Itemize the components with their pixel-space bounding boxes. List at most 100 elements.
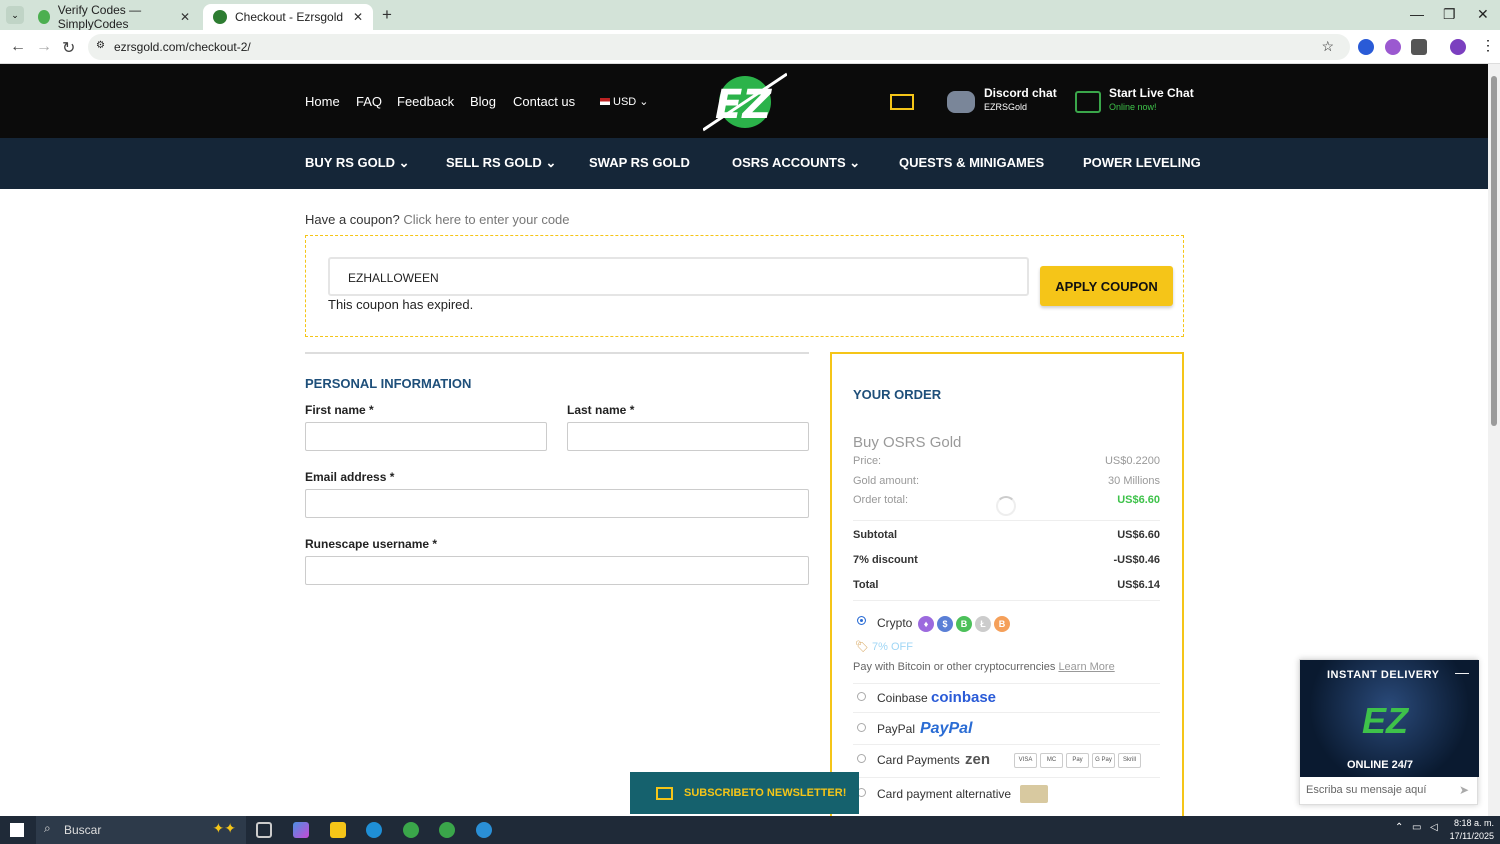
menu-buy-rs-gold[interactable]: BUY RS GOLD ⌄ [305, 155, 410, 171]
coinbase-radio[interactable] [857, 692, 866, 701]
divider [853, 744, 1160, 745]
email-field[interactable] [305, 489, 809, 518]
total-row: Total US$6.14 [853, 579, 1160, 591]
mail-icon[interactable] [890, 94, 914, 110]
taskbar-search[interactable]: ⌕ Buscar ✦✦ [36, 816, 246, 844]
task-view-icon[interactable] [256, 822, 272, 838]
price-row: Price: US$0.2200 [853, 455, 1160, 467]
divider [853, 600, 1160, 601]
first-name-field[interactable] [305, 422, 547, 451]
tab-checkout[interactable]: Checkout - Ezrsgold ✕ [203, 4, 373, 30]
discord-chat-link[interactable]: Discord chat [984, 86, 1057, 100]
live-chat-link[interactable]: Start Live Chat [1109, 86, 1194, 100]
enter-coupon-link[interactable]: Click here to enter your code [403, 212, 569, 227]
system-clock[interactable]: 8:18 a. m. 17/11/2025 [1450, 817, 1494, 843]
divider [305, 352, 809, 354]
search-icon: ⌕ [44, 821, 51, 835]
coupon-code-input[interactable]: EZHALLOWEEN [328, 257, 1029, 296]
new-tab-button[interactable]: + [382, 5, 392, 25]
discord-icon[interactable] [947, 91, 975, 113]
last-name-field[interactable] [567, 422, 809, 451]
chrome-icon[interactable] [476, 822, 492, 838]
chat-widget: INSTANT DELIVERY — EZ ONLINE 24/7 Escrib… [1299, 659, 1479, 805]
tray-chevron-icon[interactable]: ⌃ [1395, 822, 1403, 833]
reload-icon[interactable]: ↻ [62, 38, 75, 58]
ezrsgold-favicon-icon [213, 10, 227, 24]
chrome-icon[interactable] [439, 822, 455, 838]
close-tab-icon[interactable]: ✕ [353, 10, 363, 24]
google-pay-icon: G Pay [1092, 753, 1115, 768]
menu-power-leveling[interactable]: POWER LEVELING [1083, 155, 1201, 170]
copilot-icon[interactable] [293, 822, 309, 838]
subtotal-row: Subtotal US$6.60 [853, 529, 1160, 541]
minimize-icon[interactable]: — [1410, 6, 1424, 22]
nav-feedback[interactable]: Feedback [397, 94, 454, 109]
maximize-icon[interactable]: ❐ [1443, 6, 1456, 23]
nav-home[interactable]: Home [305, 94, 340, 109]
nav-blog[interactable]: Blog [470, 94, 496, 109]
litecoin-icon: Ł [975, 616, 991, 632]
learn-more-link[interactable]: Learn More [1058, 661, 1114, 673]
card-payments-radio[interactable] [857, 754, 866, 763]
file-explorer-icon[interactable] [330, 822, 346, 838]
nav-faq[interactable]: FAQ [356, 94, 382, 109]
card-payments-label: Card Payments [877, 753, 960, 767]
newsletter-button[interactable]: SUBSCRIBETO NEWSLETTER! [630, 772, 859, 814]
windows-start-icon[interactable] [10, 823, 24, 837]
skrill-icon: Skrill [1118, 753, 1141, 768]
crypto-label: Crypto [877, 616, 913, 630]
sparkle-icon: ✦✦ [212, 820, 236, 836]
divider [853, 520, 1160, 521]
network-icon[interactable]: ▭ [1412, 822, 1421, 833]
close-tab-icon[interactable]: ✕ [180, 10, 190, 24]
extension-icon[interactable] [1385, 39, 1401, 55]
apple-pay-icon: Pay [1066, 753, 1089, 768]
menu-sell-rs-gold[interactable]: SELL RS GOLD ⌄ [446, 155, 556, 171]
chat-message-input[interactable]: Escriba su mensaje aquí [1306, 784, 1426, 796]
extensions-puzzle-icon[interactable] [1411, 39, 1427, 55]
edge-icon[interactable] [366, 822, 382, 838]
live-chat-icon[interactable] [1075, 91, 1101, 113]
tab-list-dropdown-icon[interactable]: ⌄ [6, 6, 24, 24]
address-bar-area: ← → ↻ ⚙ ezrsgold.com/checkout-2/ ☆ ⋮ [0, 30, 1500, 64]
scrollbar-thumb[interactable] [1491, 76, 1497, 426]
runescape-username-field[interactable] [305, 556, 809, 585]
coinbase-label: Coinbase [877, 691, 928, 705]
menu-swap-rs-gold[interactable]: SWAP RS GOLD [589, 155, 690, 170]
us-flag-icon [600, 98, 610, 105]
windows-taskbar: ⌕ Buscar ✦✦ ⌃ ▭ ◁ 8:18 a. m. 17/11/2025 [0, 816, 1500, 844]
paypal-logo: PayPal [920, 720, 973, 737]
usdc-icon: $ [937, 616, 953, 632]
forward-icon[interactable]: → [36, 38, 52, 56]
url-field[interactable]: ⚙ ezrsgold.com/checkout-2/ ☆ [88, 34, 1350, 60]
back-icon[interactable]: ← [10, 38, 26, 56]
first-name-label: First name * [305, 403, 374, 417]
bookmark-star-icon[interactable]: ☆ [1321, 38, 1334, 55]
apply-coupon-button[interactable]: APPLY COUPON [1040, 266, 1173, 306]
menu-osrs-accounts[interactable]: OSRS ACCOUNTS ⌄ [732, 155, 860, 171]
ez-logo[interactable]: EZ [703, 72, 787, 132]
mastercard-icon: MC [1040, 753, 1063, 768]
volume-icon[interactable]: ◁ [1430, 822, 1438, 833]
extension-icon[interactable] [1358, 39, 1374, 55]
currency-selector[interactable]: USD ⌄ [600, 95, 649, 108]
bitcoin-icon: B [994, 616, 1010, 632]
tab-simplycodes[interactable]: Verify Codes — SimplyCodes ✕ [28, 3, 200, 31]
paypal-radio[interactable] [857, 723, 866, 732]
close-window-icon[interactable]: ✕ [1477, 6, 1489, 23]
order-product: Buy OSRS Gold [853, 434, 962, 451]
minimize-chat-icon[interactable]: — [1455, 664, 1469, 680]
site-header: Home FAQ Feedback Blog Contact us USD ⌄ … [0, 64, 1488, 138]
nav-contact[interactable]: Contact us [513, 94, 575, 109]
divider [853, 777, 1160, 778]
browser-tab-bar: ⌄ Verify Codes — SimplyCodes ✕ Checkout … [0, 0, 1500, 31]
profile-avatar[interactable] [1450, 39, 1466, 55]
browser-menu-icon[interactable]: ⋮ [1481, 37, 1495, 54]
chat-banner: INSTANT DELIVERY — EZ ONLINE 24/7 [1300, 660, 1479, 777]
menu-quests-minigames[interactable]: QUESTS & MINIGAMES [899, 155, 1044, 170]
site-info-icon[interactable]: ⚙ [96, 40, 105, 51]
crypto-radio[interactable] [857, 616, 866, 625]
chrome-icon[interactable] [403, 822, 419, 838]
send-icon[interactable]: ➤ [1459, 783, 1469, 797]
page-scrollbar[interactable] [1488, 64, 1500, 816]
